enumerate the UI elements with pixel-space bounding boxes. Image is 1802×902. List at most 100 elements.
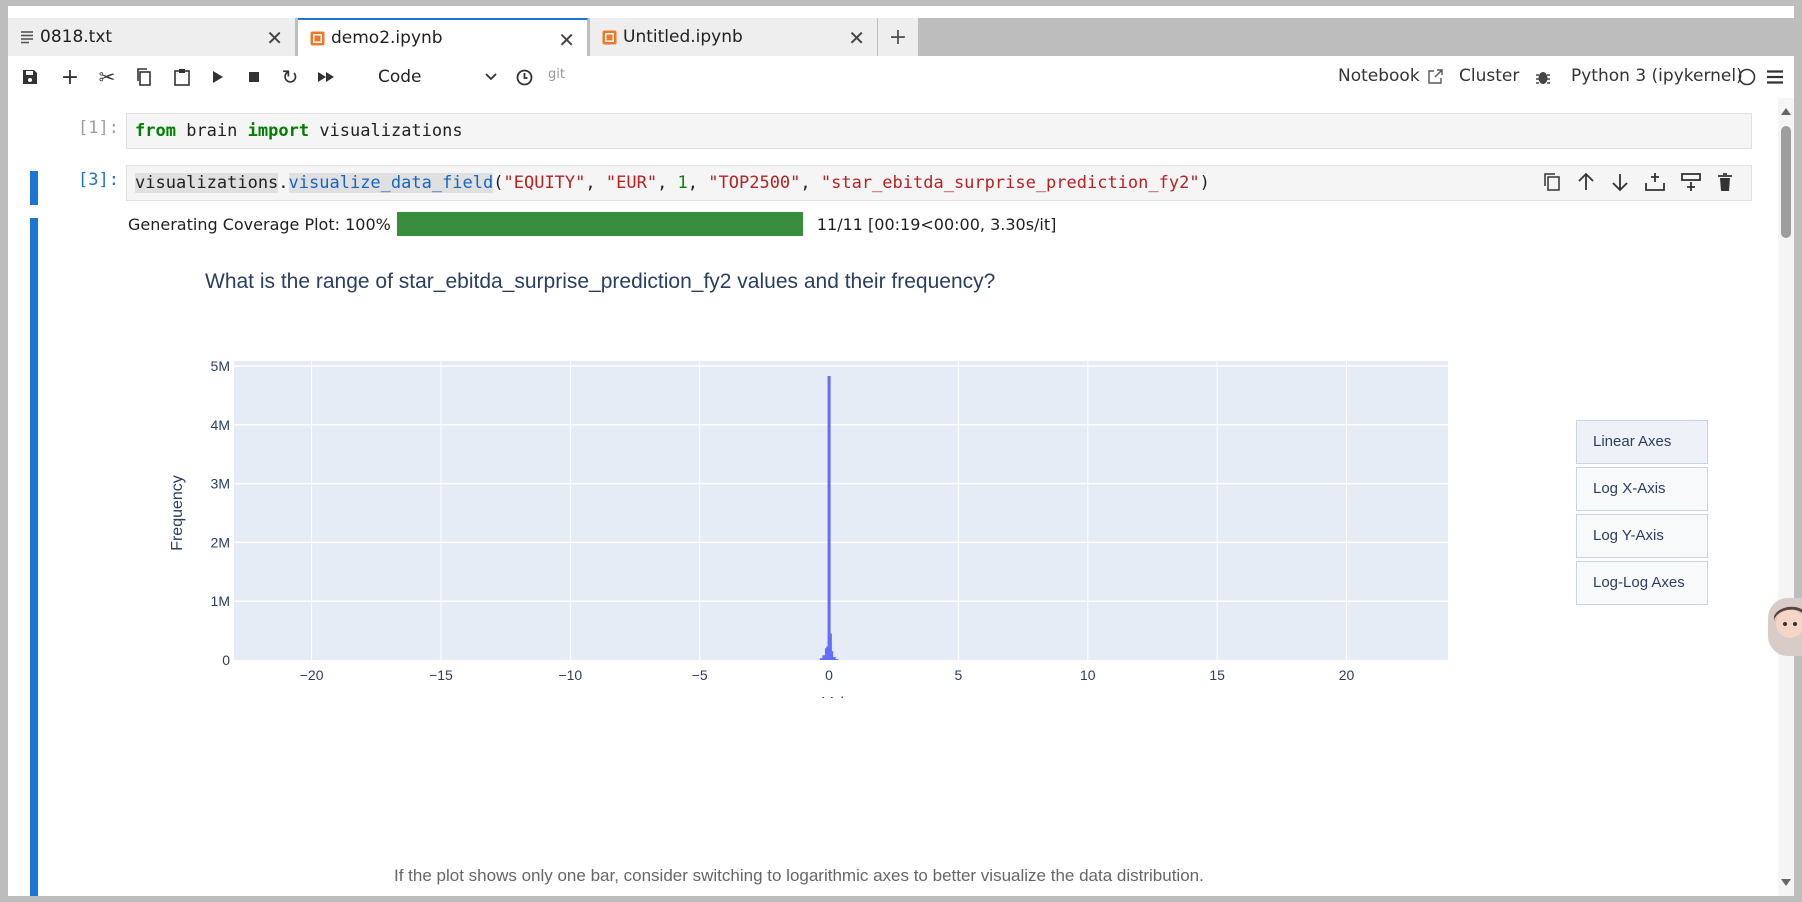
scrollbar-thumb[interactable] <box>1781 126 1791 238</box>
progress-bar <box>396 212 803 236</box>
x-tick-label: 15 <box>1209 667 1225 683</box>
code-token: visualizations <box>319 121 463 141</box>
histogram-bar <box>832 657 836 660</box>
histogram-bar <box>827 375 831 660</box>
tab-demo2-ipynb[interactable]: demo2.ipynb ✕ <box>298 18 588 56</box>
y-tick-label: 4M <box>211 417 230 433</box>
progress-label: Generating Coverage Plot: 100% <box>128 214 391 234</box>
restart-run-all-button[interactable] <box>314 66 338 88</box>
delete-cell-icon[interactable] <box>1717 172 1733 192</box>
history-button[interactable] <box>514 66 534 88</box>
code-token: visualizations <box>135 173 279 193</box>
code-token: "TOP2500" <box>708 173 801 193</box>
save-button[interactable] <box>20 66 40 88</box>
plot-area <box>234 361 1448 660</box>
fast-forward-icon <box>318 72 334 82</box>
notebook-toolbar: + ✂ ↻ Code git Notebook Cluster Python 3… <box>8 56 1794 99</box>
menu-button[interactable] <box>1765 66 1785 88</box>
kernel-status-indicator <box>1737 66 1757 88</box>
git-button[interactable]: git <box>548 67 565 82</box>
move-cell-down-icon[interactable] <box>1611 172 1629 192</box>
code-token: brain <box>186 121 238 141</box>
code-token: visualize_data_field <box>288 173 494 193</box>
histogram-bar <box>819 658 823 660</box>
plot-title: What is the range of star_ebitda_surpris… <box>205 270 996 293</box>
code-token: "EQUITY" <box>503 173 586 193</box>
new-tab-button[interactable]: + <box>878 18 918 56</box>
code-token: . <box>278 173 289 193</box>
cell-prompt: [1]: <box>78 118 119 138</box>
x-tick-label: 20 <box>1339 667 1355 683</box>
vertical-scrollbar[interactable] <box>1778 98 1794 896</box>
y-axis-label: Frequency <box>169 475 186 551</box>
paste-cell-button[interactable] <box>172 66 192 88</box>
tab-0818-txt[interactable]: 0818.txt ✕ <box>8 18 296 56</box>
cut-cell-button[interactable]: ✂ <box>96 65 118 89</box>
histogram-chart[interactable]: 0 1M 2M 3M 4M 5M −20 −15 −10 −5 0 5 10 15 20 Value Frequ… <box>148 328 1448 698</box>
code-token: from <box>135 121 176 141</box>
x-tick-label: 10 <box>1080 667 1096 683</box>
cell-type-value: Code <box>378 67 422 87</box>
cell-type-dropdown[interactable]: Code <box>378 64 504 90</box>
y-tick-label: 2M <box>211 534 230 550</box>
copy-cell-button[interactable] <box>134 66 154 88</box>
restart-icon: ↻ <box>281 65 299 89</box>
scroll-up-icon[interactable] <box>1781 108 1791 115</box>
code-token: , <box>800 173 821 193</box>
x-tick-label: 5 <box>955 667 963 683</box>
log-log-axes-button[interactable]: Log-Log Axes <box>1576 561 1708 605</box>
close-tab-icon[interactable]: ✕ <box>558 28 575 52</box>
external-link-icon <box>1427 68 1443 84</box>
code-token: ( <box>493 173 504 193</box>
log-x-axis-button[interactable]: Log X-Axis <box>1576 467 1708 511</box>
insert-cell-below-icon[interactable] <box>1681 172 1701 192</box>
debugger-button[interactable] <box>1535 66 1551 88</box>
insert-cell-above-icon[interactable] <box>1645 172 1665 192</box>
x-axis-label: Value <box>822 695 862 698</box>
duplicate-cell-icon[interactable] <box>1543 172 1561 192</box>
histogram-bar <box>830 651 834 660</box>
plus-icon: + <box>888 24 908 50</box>
copy-icon <box>137 68 151 86</box>
code-cell-1-editor[interactable]: from brain import visualizations <box>126 113 1752 149</box>
restart-kernel-button[interactable]: ↻ <box>280 65 300 89</box>
insert-cell-button[interactable]: + <box>60 64 80 90</box>
play-icon <box>213 71 223 83</box>
plus-icon: + <box>60 64 80 90</box>
hamburger-menu-icon <box>1767 70 1783 84</box>
code-cell-2-editor[interactable]: visualizations.visualize_data_field("EQU… <box>126 165 1752 201</box>
run-cell-button[interactable] <box>208 66 228 88</box>
code-token: import <box>247 121 310 141</box>
code-token: 1 <box>677 173 688 193</box>
code-token: "EUR" <box>605 173 658 193</box>
code-token: "star_ebitda_surprise_prediction_fy2" <box>820 173 1200 193</box>
scroll-down-icon[interactable] <box>1781 879 1791 886</box>
kernel-idle-icon <box>1738 68 1756 86</box>
close-tab-icon[interactable]: ✕ <box>266 26 283 50</box>
move-cell-up-icon[interactable] <box>1577 172 1595 192</box>
log-y-axis-button[interactable]: Log Y-Axis <box>1576 514 1708 558</box>
assistant-avatar[interactable] <box>1768 598 1802 656</box>
clock-icon <box>516 69 532 85</box>
kernel-label: Python 3 (ipykernel) <box>1571 66 1743 86</box>
code-token: , <box>585 173 606 193</box>
tab-label: 0818.txt <box>40 27 113 47</box>
notebook-icon <box>310 31 325 46</box>
close-tab-icon[interactable]: ✕ <box>848 26 865 50</box>
cell-input-collapser[interactable] <box>30 171 38 205</box>
y-tick-label: 0 <box>222 652 230 668</box>
cluster-button[interactable]: Cluster <box>1459 66 1519 86</box>
x-tick-label: 0 <box>825 667 833 683</box>
linear-axes-button[interactable]: Linear Axes <box>1576 420 1708 464</box>
y-tick-label: 3M <box>211 476 230 492</box>
tab-untitled-ipynb[interactable]: Untitled.ipynb ✕ <box>590 18 878 56</box>
interrupt-kernel-button[interactable] <box>244 66 264 88</box>
paste-icon <box>174 69 190 86</box>
notebook-link[interactable]: Notebook <box>1338 66 1443 86</box>
tab-label: Untitled.ipynb <box>623 27 743 47</box>
cell-output-collapser[interactable] <box>30 218 38 896</box>
kernel-name-button[interactable]: Python 3 (ipykernel) <box>1571 66 1743 86</box>
jupyterlab-window: 0818.txt ✕ demo2.ipynb ✕ Untitled.ipynb … <box>8 6 1794 896</box>
y-tick-label: 5M <box>211 358 230 374</box>
x-tick-label: −10 <box>558 667 582 683</box>
